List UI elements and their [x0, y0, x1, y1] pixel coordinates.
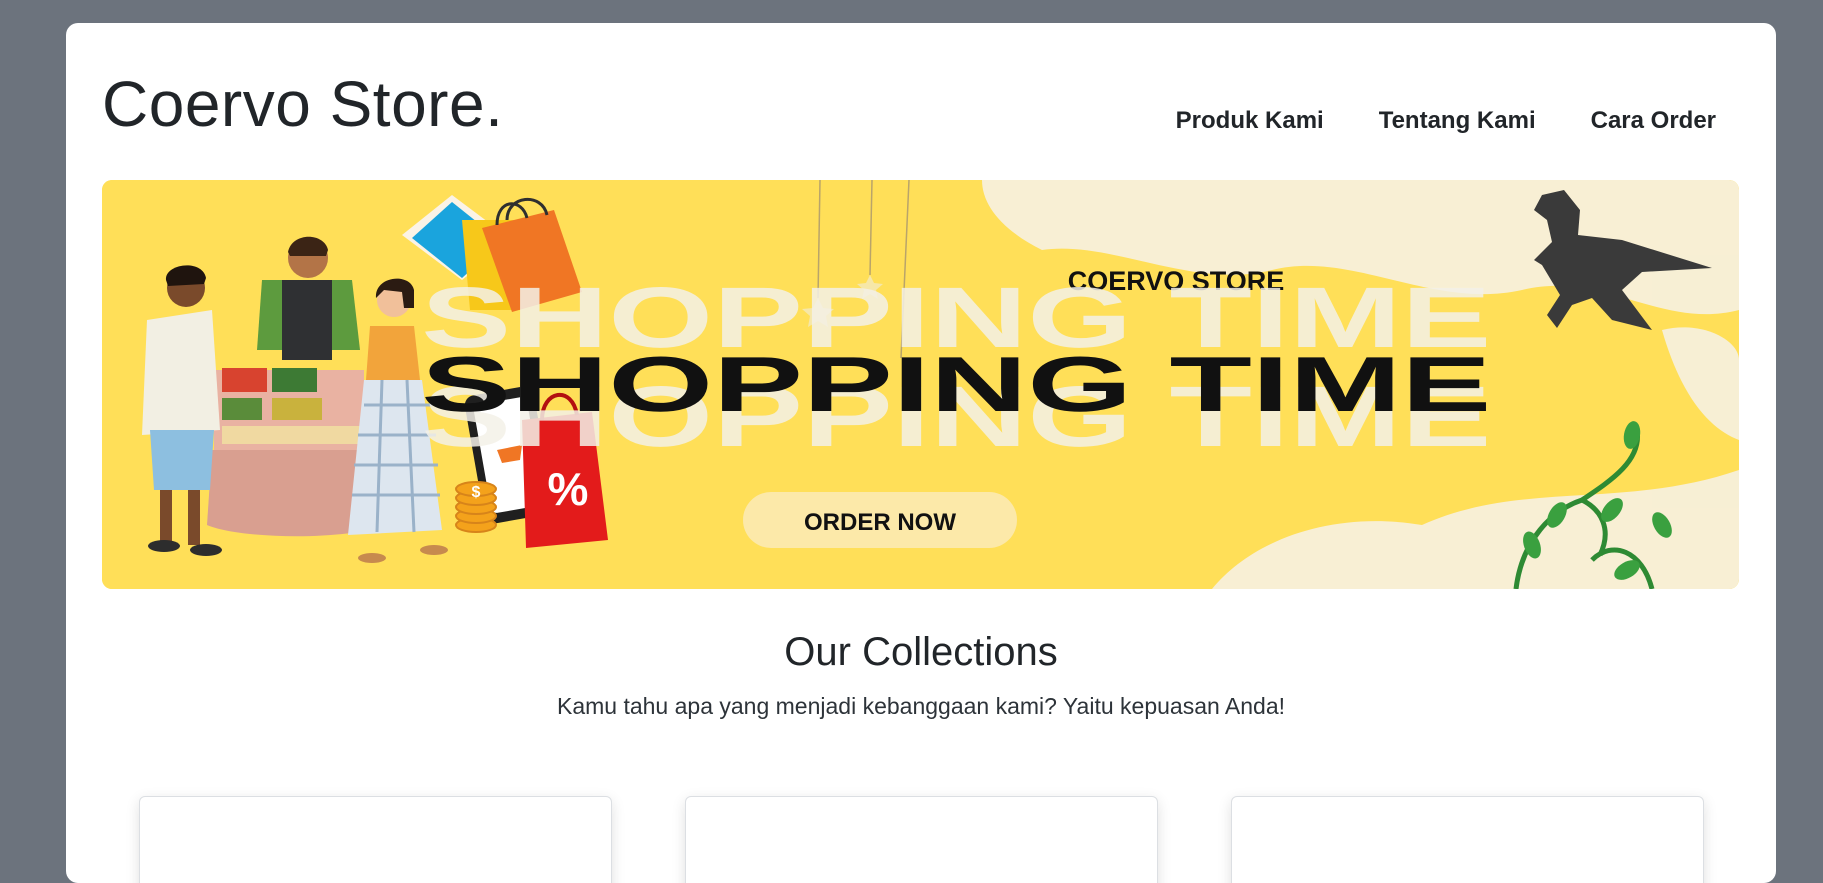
product-card[interactable] — [685, 796, 1158, 883]
hero-headline: COERVO STORE SHOPPING TIME SHOPPING TIME… — [421, 266, 1491, 465]
collections-title: Our Collections — [784, 630, 1058, 674]
discount-badge-symbol: % — [548, 463, 589, 515]
product-card[interactable] — [139, 796, 612, 883]
nav-link-tentang-kami[interactable]: Tentang Kami — [1379, 107, 1536, 135]
hero-banner[interactable]: $ % COERVO STORE SHOPPING TIME SHOPPING … — [102, 180, 1739, 589]
page-container: Coervo Store. Produk Kami Tentang Kami C… — [66, 23, 1776, 883]
nav-link-produk-kami[interactable]: Produk Kami — [1176, 107, 1324, 135]
coin-symbol: $ — [472, 484, 481, 501]
nav-link-cara-order[interactable]: Cara Order — [1591, 107, 1716, 135]
navbar: Coervo Store. Produk Kami Tentang Kami C… — [66, 23, 1776, 173]
product-card[interactable] — [1231, 796, 1704, 883]
collections-subtitle: Kamu tahu apa yang menjadi kebanggaan ka… — [556, 693, 1285, 719]
nav-links: Produk Kami Tentang Kami Cara Order — [1176, 107, 1716, 135]
order-now-button[interactable]: ORDER NOW — [743, 492, 1017, 548]
order-now-label: ORDER NOW — [804, 509, 956, 536]
brand-logo[interactable]: Coervo Store. — [102, 67, 503, 141]
headline-main: SHOPPING TIME — [421, 340, 1491, 427]
collections-grid — [139, 796, 1704, 883]
